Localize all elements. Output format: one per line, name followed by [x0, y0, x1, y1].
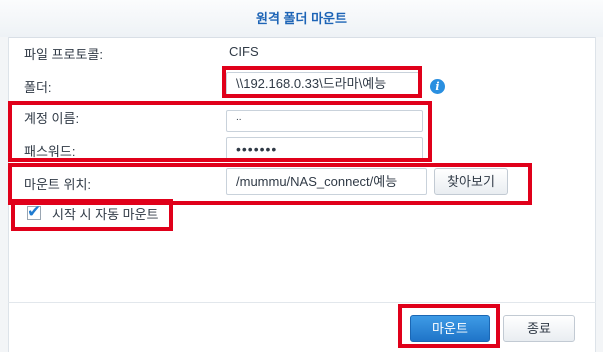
- footer-divider: [8, 302, 596, 303]
- password-input[interactable]: •••••••: [226, 137, 423, 161]
- dialog-title: 원격 폴더 마운트: [0, 0, 603, 38]
- folder-input[interactable]: \\192.168.0.33\드라마\예능: [226, 72, 422, 96]
- info-icon[interactable]: i: [430, 79, 445, 94]
- mount-point-input[interactable]: /mummu/NAS_connect/예능: [226, 168, 427, 195]
- automount-label[interactable]: 시작 시 자동 마운트: [52, 204, 159, 223]
- account-label: 계정 이름:: [24, 111, 80, 126]
- folder-label: 폴더:: [24, 80, 52, 95]
- password-label: 패스워드:: [24, 144, 76, 159]
- dialog-left-border: [0, 37, 9, 352]
- dialog-right-border: [595, 37, 603, 352]
- account-input[interactable]: ..: [226, 110, 423, 132]
- automount-checkbox[interactable]: ✔: [27, 202, 41, 221]
- mount-point-label: 마운트 위치:: [24, 177, 92, 192]
- protocol-label: 파일 프로토콜:: [24, 47, 103, 62]
- mount-button[interactable]: 마운트: [410, 315, 490, 342]
- protocol-value: CIFS: [229, 44, 259, 59]
- browse-button[interactable]: 찾아보기: [434, 168, 508, 195]
- close-button[interactable]: 종료: [503, 315, 575, 342]
- checkmark-icon: ✔: [27, 202, 42, 221]
